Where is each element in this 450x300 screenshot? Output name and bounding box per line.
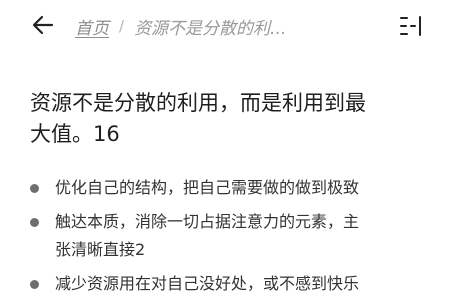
list-item-text: 张清晰直接2 bbox=[55, 240, 146, 259]
back-arrow-icon bbox=[32, 15, 54, 35]
breadcrumb-separator: / bbox=[119, 17, 125, 35]
article-title: 资源不是分散的利用，而是利用到最 大值。16 bbox=[30, 88, 450, 150]
list-item: 减少资源用在对自己没好处，或不感到快乐 bbox=[30, 270, 450, 298]
list-item: 优化自己的结构，把自己需要做的做到极致 bbox=[30, 174, 450, 202]
list-item-text: 减少资源用在对自己没好处，或不感到快乐 bbox=[55, 274, 360, 293]
toc-button[interactable] bbox=[397, 12, 425, 40]
page: 首页 / 资源不是分散的利... 资源不是分散的利用，而是利用到最 大值。16 … bbox=[0, 0, 450, 300]
article-title-line: 资源不是分散的利用，而是利用到最 bbox=[30, 91, 366, 115]
list-item-text: 触达本质，消除一切占据注意力的元素，主 bbox=[55, 212, 360, 231]
table-of-contents-icon bbox=[400, 16, 421, 36]
article-bullet-list: 优化自己的结构，把自己需要做的做到极致 触达本质，消除一切占据注意力的元素，主 … bbox=[30, 174, 450, 300]
bullet-dot-icon bbox=[30, 218, 39, 227]
bullet-dot-icon bbox=[30, 280, 39, 289]
bullet-dot-icon bbox=[30, 184, 39, 193]
breadcrumb-current: 资源不是分散的利... bbox=[134, 18, 287, 39]
breadcrumb-home-link[interactable]: 首页 bbox=[75, 14, 109, 39]
top-nav-bar: 首页 / 资源不是分散的利... bbox=[0, 0, 450, 52]
list-item-text: 优化自己的结构，把自己需要做的做到极致 bbox=[55, 178, 360, 197]
breadcrumb: 首页 / 资源不是分散的利... bbox=[75, 14, 287, 39]
article-title-line: 大值。16 bbox=[30, 122, 120, 146]
list-item: 触达本质，消除一切占据注意力的元素，主 张清晰直接2 bbox=[30, 208, 450, 264]
back-button[interactable] bbox=[30, 12, 56, 38]
